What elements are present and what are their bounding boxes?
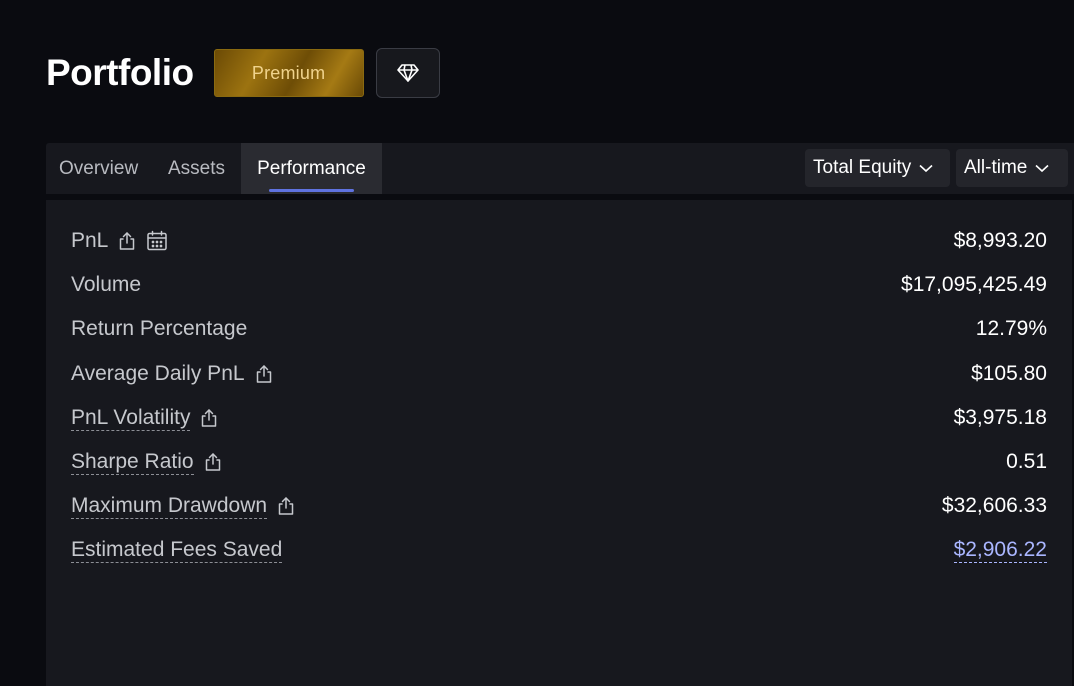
performance-panel: PnL $8,993.20 Volume $17,095,425.49 Retu… (46, 200, 1072, 686)
portfolio-page: Portfolio Premium Overview Assets Perfor… (0, 0, 1074, 686)
metric-label-tooltip[interactable]: Estimated Fees Saved (71, 538, 283, 563)
active-tab-indicator (269, 189, 354, 192)
metric-value: 12.79% (975, 317, 1047, 340)
calendar-icon[interactable] (146, 230, 168, 252)
share-icon[interactable] (276, 496, 296, 516)
share-icon[interactable] (203, 452, 223, 472)
share-icon[interactable] (254, 364, 274, 384)
metric-row-estimated-fees-saved: Estimated Fees Saved $2,906.22 (71, 534, 1047, 566)
metric-value: $3,975.18 (953, 406, 1047, 429)
metric-row-sharpe-ratio: Sharpe Ratio 0.51 (71, 446, 1047, 478)
diamond-icon (396, 63, 419, 83)
fees-saved-link[interactable]: $2,906.22 (953, 538, 1047, 563)
chevron-down-icon (919, 164, 933, 173)
range-select-value: All-time (964, 157, 1028, 178)
metric-label-tooltip[interactable]: PnL Volatility (71, 406, 191, 431)
metric-label-tooltip[interactable]: Maximum Drawdown (71, 494, 268, 519)
metric-row-return-percentage: Return Percentage 12.79% (71, 313, 1047, 345)
metric-label-tooltip[interactable]: Sharpe Ratio (71, 450, 194, 475)
metric-row-maximum-drawdown: Maximum Drawdown $32,606.33 (71, 490, 1047, 522)
metric-value: $8,993.20 (953, 229, 1047, 252)
share-icon[interactable] (117, 231, 137, 251)
metric-select[interactable]: Total Equity (805, 149, 950, 187)
metric-label: PnL (71, 229, 109, 252)
metric-value: $105.80 (971, 362, 1047, 385)
tab-overview[interactable]: Overview (59, 143, 138, 194)
share-icon[interactable] (199, 408, 219, 428)
portfolio-tabbar: Overview Assets Performance Total Equity… (46, 143, 1074, 194)
metric-value: 0.51 (1006, 450, 1047, 473)
metric-row-pnl: PnL $8,993.20 (71, 225, 1047, 257)
tab-performance[interactable]: Performance (241, 143, 382, 194)
chevron-down-icon (1035, 164, 1049, 173)
metric-row-average-daily-pnl: Average Daily PnL $105.80 (71, 358, 1047, 390)
metric-label: Return Percentage (71, 317, 248, 340)
page-title: Portfolio (46, 52, 194, 93)
metric-label: Average Daily PnL (71, 362, 245, 385)
metric-value: $17,095,425.49 (901, 273, 1047, 296)
metric-value: $32,606.33 (941, 494, 1047, 517)
metric-select-value: Total Equity (813, 157, 912, 178)
range-select[interactable]: All-time (956, 149, 1068, 187)
tab-assets[interactable]: Assets (168, 143, 225, 194)
metric-row-pnl-volatility: PnL Volatility $3,975.18 (71, 402, 1047, 434)
portfolio-header: Portfolio Premium (46, 48, 440, 98)
diamond-button[interactable] (375, 48, 440, 98)
tab-performance-label: Performance (257, 157, 366, 179)
metric-label: Volume (71, 273, 142, 296)
metric-row-volume: Volume $17,095,425.49 (71, 269, 1047, 301)
premium-badge[interactable]: Premium (213, 49, 364, 97)
